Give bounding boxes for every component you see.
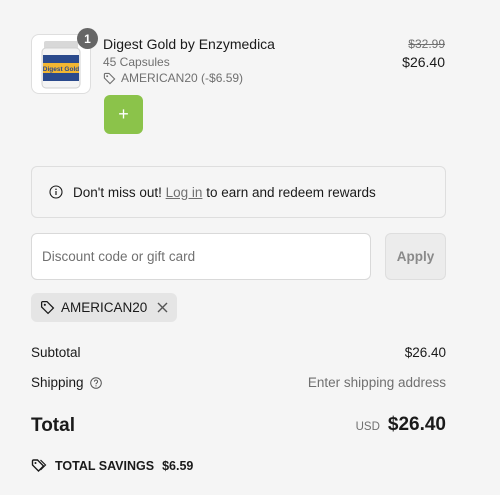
- product-name: Digest Gold by Enzymedica: [103, 36, 275, 52]
- shipping-row: Shipping: [31, 375, 102, 390]
- discount-code-input[interactable]: [31, 233, 371, 280]
- total-value: $26.40: [387, 414, 446, 435]
- currency-code: USD: [355, 421, 380, 433]
- info-icon: [49, 185, 63, 199]
- savings-tag-icon: [31, 459, 47, 472]
- apply-button[interactable]: Apply: [385, 233, 446, 280]
- tag-icon: [40, 300, 55, 315]
- total-label: Total: [31, 415, 75, 436]
- shipping-label: Shipping: [31, 375, 84, 390]
- total-amount: USD $26.40: [356, 414, 446, 436]
- savings-label: TOTAL SAVINGS: [55, 458, 155, 473]
- savings-value: $6.59: [162, 458, 194, 473]
- rewards-text: Don't miss out! Log in to earn and redee…: [73, 185, 376, 200]
- product-discount-label: AMERICAN20 (-$6.59): [121, 71, 244, 85]
- rewards-notice: Don't miss out! Log in to earn and redee…: [31, 166, 446, 218]
- total-savings: TOTAL SAVINGS $6.59: [31, 458, 193, 473]
- tag-icon: [103, 72, 116, 84]
- subtotal-value: $26.40: [404, 345, 446, 360]
- login-link[interactable]: Log in: [166, 185, 203, 200]
- svg-text:Digest Gold: Digest Gold: [43, 66, 80, 73]
- rewards-text-after: to earn and redeem rewards: [206, 184, 376, 200]
- quantity-badge: 1: [77, 28, 98, 49]
- add-button[interactable]: +: [104, 95, 143, 134]
- subtotal-label: Subtotal: [31, 345, 81, 360]
- applied-discount-code: AMERICAN20: [61, 300, 148, 315]
- rewards-text-before: Don't miss out!: [73, 184, 162, 200]
- applied-discount-chip: AMERICAN20: [31, 293, 178, 322]
- current-price: $26.40: [402, 54, 445, 70]
- shipping-value: Enter shipping address: [307, 375, 446, 390]
- original-price: $32.99: [408, 37, 445, 51]
- remove-discount-icon[interactable]: [157, 302, 168, 313]
- product-variant: 45 Capsules: [103, 55, 170, 69]
- help-icon[interactable]: [89, 376, 102, 389]
- product-discount: AMERICAN20 (-$6.59): [103, 71, 243, 85]
